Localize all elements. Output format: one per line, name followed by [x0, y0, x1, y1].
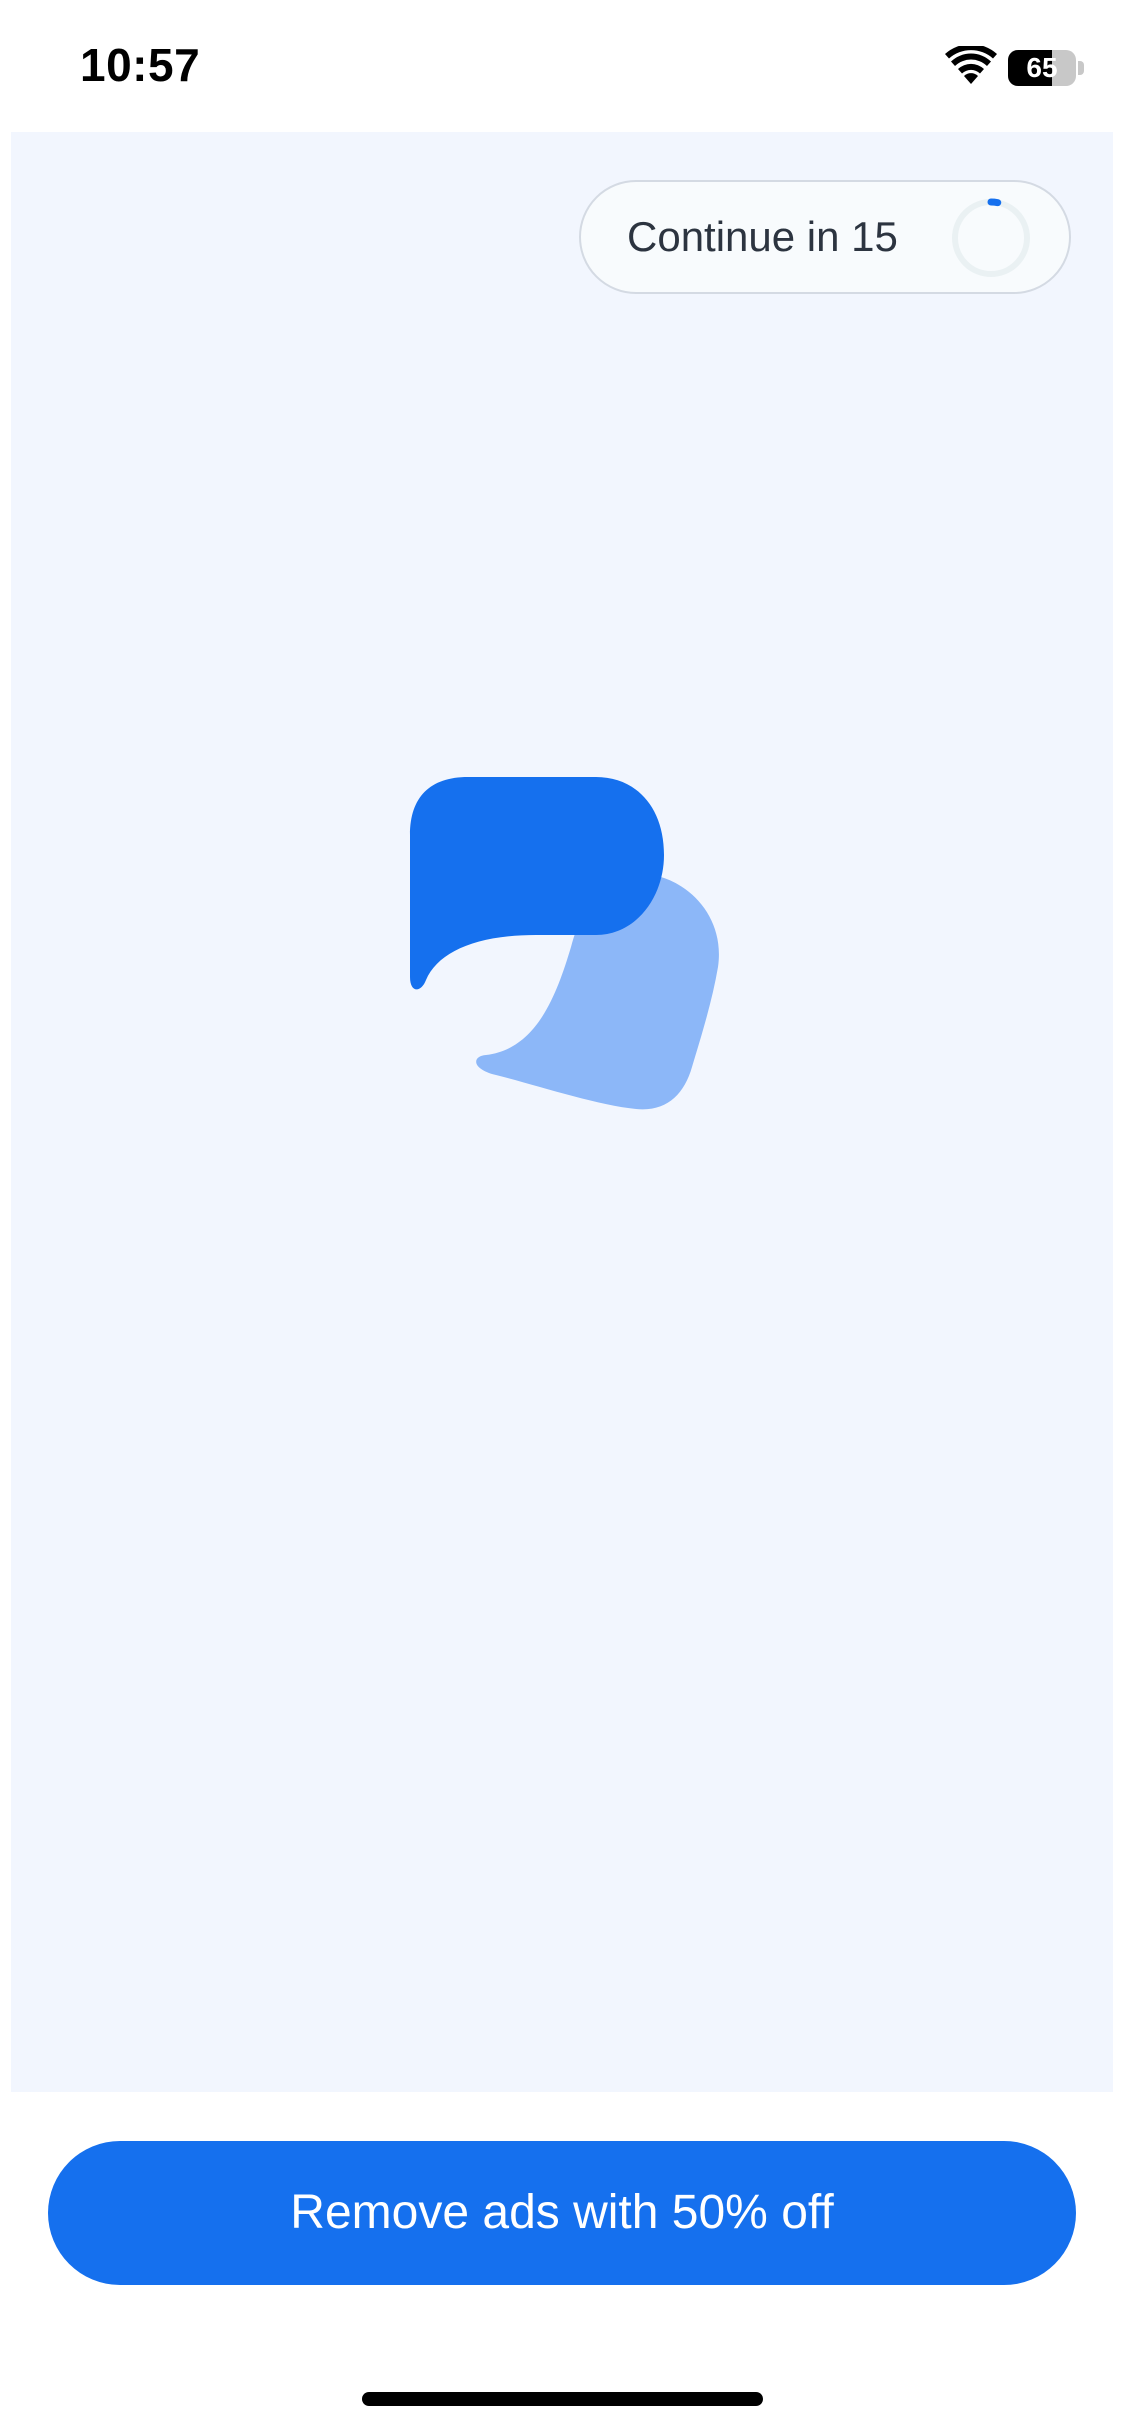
speech-bubbles-logo-icon [410, 777, 719, 1110]
countdown-ring-icon [951, 198, 1031, 278]
battery-icon: 65 [1008, 50, 1086, 86]
status-bar: 10:57 65 [0, 0, 1125, 132]
remove-ads-button[interactable]: Remove ads with 50% off [48, 2141, 1076, 2285]
status-time: 10:57 [80, 39, 201, 91]
home-indicator[interactable] [362, 2392, 763, 2406]
continue-label: Continue in 15 [627, 213, 898, 260]
continue-button[interactable]: Continue in 15 [579, 180, 1071, 294]
battery-level: 65 [1026, 52, 1058, 83]
ad-content-area: Continue in 15 [11, 132, 1113, 2092]
ad-screen: 10:57 65 Continue in 15 Remove ads with … [0, 0, 1125, 2436]
wifi-icon [945, 46, 997, 84]
